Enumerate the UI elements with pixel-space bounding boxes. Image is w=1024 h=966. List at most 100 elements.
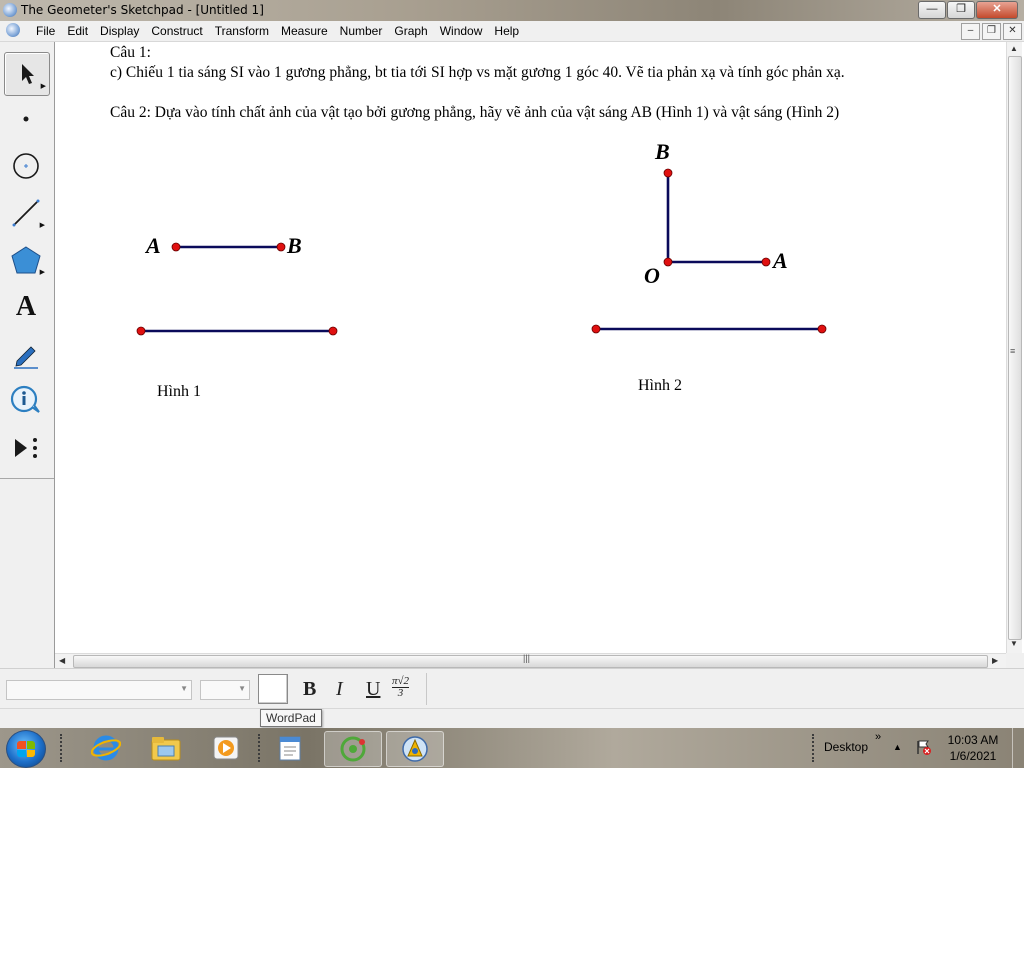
windows-explorer-icon[interactable] — [138, 731, 194, 765]
menu-measure[interactable]: Measure — [275, 21, 334, 41]
point-a-fig2[interactable] — [761, 257, 771, 267]
menu-construct[interactable]: Construct — [145, 21, 208, 41]
taskbar-grip[interactable] — [812, 734, 818, 762]
label-a-fig2[interactable]: A — [773, 248, 788, 274]
sketchpad-app-icon[interactable] — [3, 3, 17, 17]
window-controls: — ❐ ✕ — [917, 1, 1018, 19]
maximize-button[interactable]: ❐ — [947, 1, 975, 19]
taskbar-tooltip: WordPad — [260, 709, 322, 727]
document-icon[interactable] — [6, 23, 20, 37]
polygon-tool[interactable]: ▶ — [4, 239, 48, 281]
start-button[interactable] — [6, 730, 46, 768]
circle-icon — [13, 153, 39, 179]
submenu-indicator-icon: ▶ — [39, 269, 45, 276]
document-window-controls: ‒ ❐ ✕ — [959, 23, 1022, 40]
geogebra-icon[interactable] — [324, 731, 382, 767]
system-clock[interactable]: 10:03 AM 1/6/2021 — [940, 732, 1006, 764]
play-dots-icon — [15, 438, 37, 458]
menu-help[interactable]: Help — [488, 21, 525, 41]
underline-button[interactable]: U — [366, 678, 380, 701]
text-palette: ▼ ▼ B I U π√2 3 — [0, 668, 1024, 709]
compass-tool[interactable] — [4, 145, 48, 187]
text-color-button[interactable] — [258, 674, 288, 704]
toolbox-divider — [0, 478, 54, 479]
title-bar: The Geometer's Sketchpad - [Untitled 1] … — [0, 0, 1024, 21]
text-tool[interactable]: A — [4, 286, 48, 328]
caption-fig2[interactable]: Hình 2 — [638, 377, 682, 395]
label-a-fig1[interactable]: A — [146, 233, 161, 259]
menu-window[interactable]: Window — [434, 21, 489, 41]
internet-explorer-icon[interactable] — [78, 731, 134, 765]
desktop-toolbar-label[interactable]: Desktop — [824, 740, 868, 754]
show-desktop-button[interactable] — [1012, 728, 1024, 768]
toolbar-divider — [426, 673, 427, 705]
scroll-up-arrow-icon[interactable]: ▲ — [1010, 44, 1018, 53]
toolbox: ▶ ▶ ▶ A — [0, 42, 55, 668]
menu-file[interactable]: File — [30, 21, 61, 41]
point-b-fig1[interactable] — [276, 242, 286, 252]
point-o-fig2[interactable] — [663, 257, 673, 267]
horizontal-scrollbar[interactable]: ◀ ||| ▶ — [55, 653, 1006, 669]
font-select[interactable]: ▼ — [6, 680, 192, 700]
menu-display[interactable]: Display — [94, 21, 145, 41]
chevron-right-icon[interactable]: » — [875, 731, 881, 743]
scroll-down-arrow-icon[interactable]: ▼ — [1010, 639, 1018, 648]
point-b-fig2[interactable] — [663, 168, 673, 178]
horizontal-scroll-thumb[interactable] — [73, 655, 988, 668]
sketch-canvas[interactable]: Câu 1: c) Chiếu 1 tia sáng SI vào 1 gươn… — [55, 42, 1006, 653]
label-o-fig2[interactable]: O — [644, 263, 660, 289]
straightedge-tool[interactable]: ▶ — [4, 192, 48, 234]
wordpad-icon[interactable] — [262, 731, 318, 765]
clock-time: 10:03 AM — [947, 733, 999, 747]
action-center-flag-icon[interactable] — [915, 739, 931, 755]
custom-tools[interactable] — [4, 427, 48, 469]
label-b-fig1[interactable]: B — [287, 233, 302, 259]
bold-button[interactable]: B — [303, 678, 316, 701]
close-button[interactable]: ✕ — [976, 1, 1018, 19]
information-tool[interactable] — [4, 380, 48, 422]
mirror-endpoint-right-fig1[interactable] — [328, 326, 338, 336]
media-player-icon[interactable] — [198, 731, 254, 765]
windows-flag-icon — [17, 741, 35, 757]
status-bar — [0, 708, 1024, 729]
scroll-left-arrow-icon[interactable]: ◀ — [59, 656, 65, 665]
doc-minimize-button[interactable]: ‒ — [961, 23, 980, 40]
doc-close-button[interactable]: ✕ — [1003, 23, 1022, 40]
line-segment-icon — [12, 199, 40, 227]
menu-graph[interactable]: Graph — [388, 21, 433, 41]
marker-tool[interactable] — [4, 333, 48, 375]
scroll-grip-icon: ||| — [523, 653, 531, 663]
mirror-endpoint-left-fig2[interactable] — [591, 324, 601, 334]
mirror-endpoint-left-fig1[interactable] — [136, 326, 146, 336]
menu-edit[interactable]: Edit — [61, 21, 94, 41]
geometry-drawing — [136, 168, 827, 336]
chevron-down-icon: ▼ — [180, 684, 188, 693]
point-icon — [23, 116, 29, 122]
label-b-fig2[interactable]: B — [655, 139, 670, 165]
font-size-select[interactable]: ▼ — [200, 680, 250, 700]
arrow-icon — [22, 64, 34, 84]
polygon-icon — [11, 246, 41, 274]
mirror-endpoint-right-fig2[interactable] — [817, 324, 827, 334]
windows-taskbar: Desktop » ▲ 10:03 AM 1/6/2021 — [0, 728, 1024, 768]
point-tool[interactable] — [4, 98, 48, 140]
italic-button[interactable]: I — [336, 678, 343, 701]
scroll-grip-icon: ≡ — [1010, 346, 1016, 356]
geometers-sketchpad-icon[interactable] — [386, 731, 444, 767]
minimize-button[interactable]: — — [918, 1, 946, 19]
math-format-button[interactable]: π√2 3 — [392, 676, 410, 699]
point-a-fig1[interactable] — [171, 242, 181, 252]
scrollbar-corner — [1006, 653, 1024, 668]
show-hidden-icons-icon[interactable]: ▲ — [893, 742, 902, 752]
scroll-right-arrow-icon[interactable]: ▶ — [992, 656, 998, 665]
menu-bar: File Edit Display Construct Transform Me… — [0, 21, 1024, 42]
submenu-indicator-icon: ▶ — [40, 83, 46, 90]
menu-number[interactable]: Number — [334, 21, 389, 41]
text-tool-icon: A — [15, 291, 37, 322]
menu-transform[interactable]: Transform — [209, 21, 275, 41]
taskbar-grip[interactable] — [60, 734, 66, 762]
vertical-scrollbar[interactable]: ▲ ≡ ▼ — [1006, 42, 1022, 653]
doc-restore-button[interactable]: ❐ — [982, 23, 1001, 40]
caption-fig1[interactable]: Hình 1 — [157, 383, 201, 401]
arrow-select-tool[interactable]: ▶ — [4, 52, 50, 96]
